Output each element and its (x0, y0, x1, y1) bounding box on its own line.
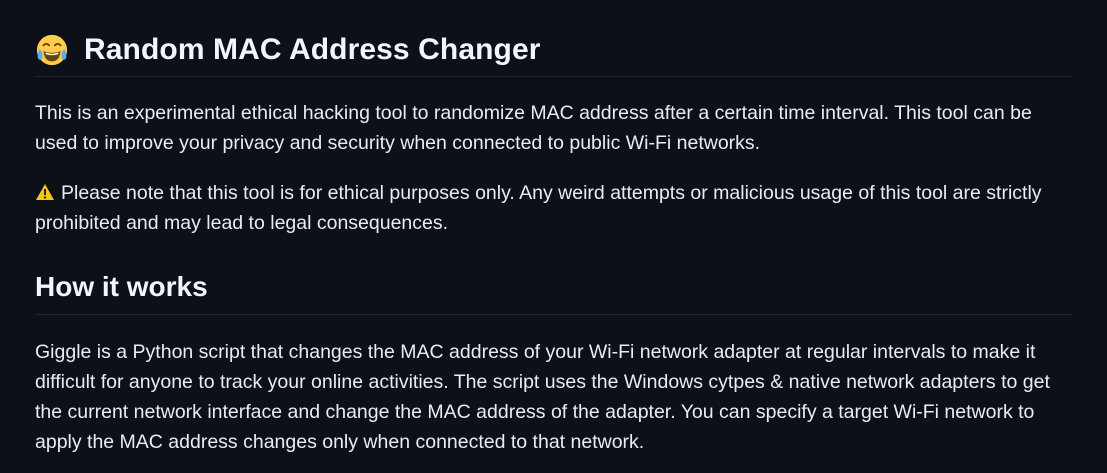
page-title: Random MAC Address Changer (84, 33, 541, 66)
intro-paragraph: This is an experimental ethical hacking … (35, 102, 1032, 154)
warning-text: Please note that this tool is for ethica… (35, 182, 1042, 234)
warning-paragraph: Please note that this tool is for ethica… (35, 178, 1075, 238)
section-divider (35, 314, 1073, 315)
title-row: Random MAC Address Changer (35, 30, 1073, 70)
warning-icon (36, 184, 54, 200)
readme-content: Random MAC Address Changer This is an ex… (0, 0, 1107, 473)
section-paragraph: Giggle is a Python script that changes t… (35, 341, 1050, 453)
title-divider (35, 76, 1073, 77)
section-heading: How it works (35, 271, 208, 302)
tears-of-joy-emoji-icon (36, 34, 68, 66)
